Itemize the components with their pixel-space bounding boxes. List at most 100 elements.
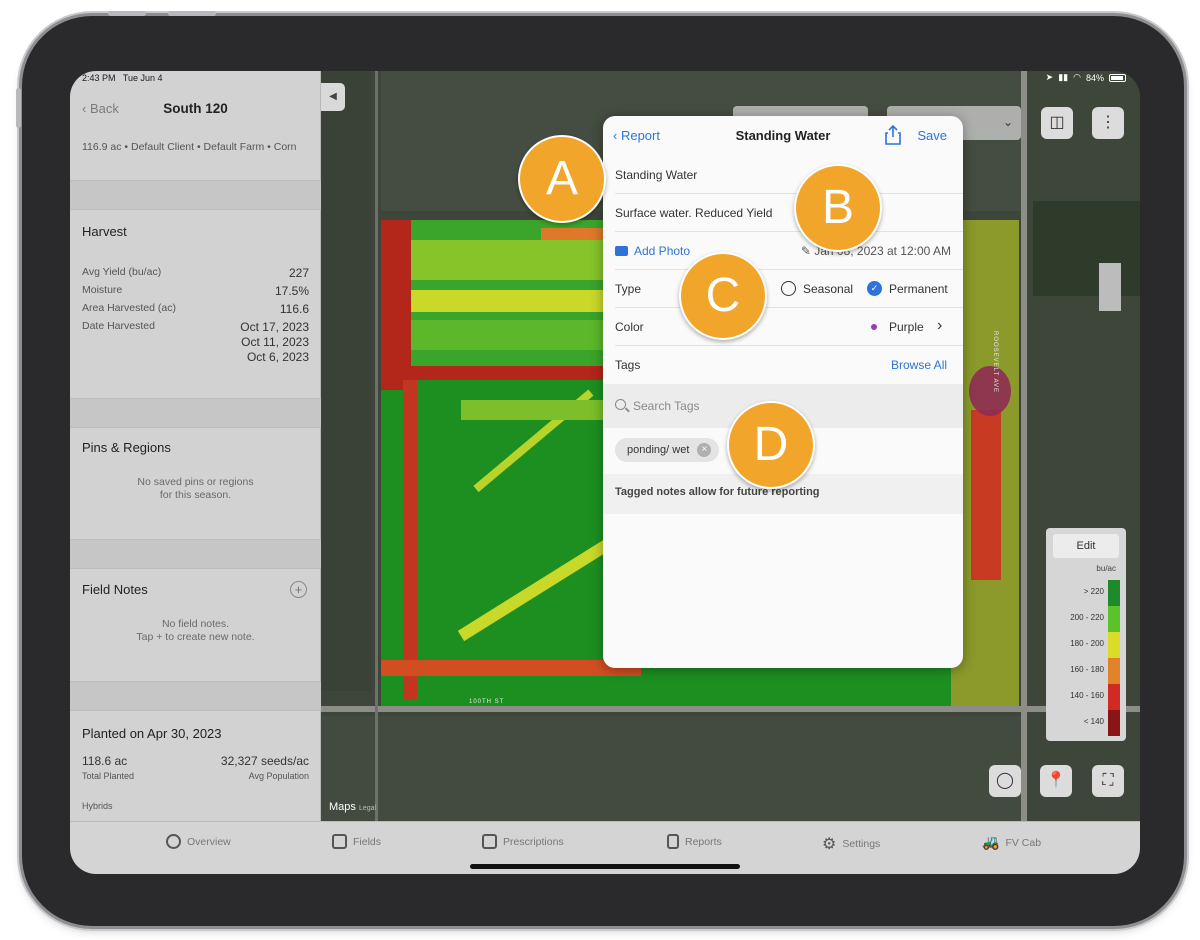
lasso-button[interactable]: ◯ [989, 765, 1021, 797]
legend-class-label: 180 - 200 [1070, 639, 1104, 648]
low-yield-strip [457, 535, 617, 642]
field-title: South 120 [163, 101, 228, 116]
harvest-row: Date Harvested Oct 17, 2023 [82, 320, 309, 334]
camera-icon [615, 246, 628, 256]
sidebar: ‹ Back South 120 116.9 ac • Default Clie… [70, 71, 321, 821]
legend-swatch [1108, 684, 1120, 710]
screen: 2:43 PM Tue Jun 4 ➤ ▮▮ ◠ 84% ‹ Back Sout… [70, 71, 1140, 874]
pins-heading: Pins & Regions [82, 440, 171, 455]
tab-overview[interactable]: Overview [166, 834, 231, 849]
planted-area: 118.6 ac 32,327 seeds/ac [82, 754, 309, 768]
tab-prescriptions[interactable]: Prescriptions [482, 834, 564, 849]
farmland-block [321, 71, 371, 691]
pin-icon: 📍 [1046, 772, 1066, 789]
save-button[interactable]: Save [917, 128, 947, 143]
permanent-radio[interactable]: ✓ [867, 281, 882, 296]
more-vertical-icon: ⋮ [1100, 114, 1116, 131]
callout-b: B [794, 164, 882, 252]
popover-title: Standing Water [735, 128, 831, 143]
volume-button [108, 11, 146, 16]
tab-settings[interactable]: ⚙ Settings [822, 834, 880, 854]
callout-a: A [518, 135, 606, 223]
gear-icon: ⚙ [822, 836, 837, 853]
collapse-sidebar-button[interactable]: ◀ [321, 83, 345, 111]
focus-icon: ⛶ [1102, 772, 1114, 789]
tab-bar: Overview Fields Prescriptions Reports ⚙ S… [70, 821, 1140, 874]
hybrids-label: Hybrids [82, 801, 113, 811]
section-divider [70, 398, 321, 428]
standing-water-region[interactable] [969, 366, 1011, 416]
share-icon[interactable] [885, 125, 901, 145]
legend-swatch [1108, 580, 1120, 606]
add-note-button[interactable]: + [290, 581, 307, 598]
pins-empty-text: No saved pins or regions for this season. [137, 476, 254, 501]
section-divider [70, 539, 321, 569]
legend-unit: bu/ac [1096, 564, 1116, 573]
sidebar-nav: ‹ Back South 120 [70, 95, 321, 127]
browse-all-button[interactable]: Browse All [891, 358, 947, 372]
status-bar: 2:43 PM Tue Jun 4 ➤ ▮▮ ◠ 84% [70, 71, 1140, 87]
farmland-block [321, 716, 1021, 821]
legal-link[interactable]: Legal [359, 805, 376, 812]
harvest-row: Area Harvested (ac) 116.6 [82, 302, 309, 316]
prescriptions-icon [482, 834, 497, 849]
name-field[interactable]: Standing Water [615, 156, 963, 194]
battery-icon [1109, 73, 1126, 82]
pencil-icon: ✎ [800, 244, 815, 258]
tag-chip[interactable]: ponding/ wet × [615, 438, 720, 462]
report-popover: ‹ Report Standing Water Save Standing Wa… [603, 116, 963, 668]
road-vertical [375, 71, 378, 821]
tab-reports[interactable]: Reports [667, 834, 722, 849]
building [1099, 263, 1121, 311]
permanent-label[interactable]: Permanent [889, 282, 948, 296]
chevron-left-icon: ◀ [329, 91, 337, 102]
location-icon: ➤ [1045, 72, 1054, 82]
search-placeholder: Search Tags [633, 399, 700, 413]
yield-legend: Edit bu/ac > 220 200 - 220 180 - 200 160… [1046, 528, 1126, 741]
field-subtitle: 116.9 ac • Default Client • Default Farm… [82, 141, 297, 153]
search-icon [615, 399, 626, 410]
legend-swatch [1108, 606, 1120, 632]
tab-fields[interactable]: Fields [332, 834, 381, 849]
callout-c: C [679, 252, 767, 340]
more-button[interactable]: ⋮ [1092, 107, 1124, 139]
planted-heading: Planted on Apr 30, 2023 [82, 726, 222, 741]
add-photo-button[interactable]: Add Photo [615, 244, 690, 258]
tractor-icon: 🚜 [982, 834, 1000, 850]
planted-labels: Total Planted Avg Population [82, 771, 309, 781]
legend-class-label: 200 - 220 [1070, 613, 1104, 622]
legend-swatch [1108, 658, 1120, 684]
remove-tag-icon[interactable]: × [697, 443, 712, 457]
type-label: Type [615, 282, 642, 296]
maps-attribution: Maps Legal [329, 801, 377, 813]
chevron-right-icon: › [937, 317, 943, 334]
photo-date-row: Add Photo ✎ Jan 08, 2023 at 12:00 AM [615, 232, 963, 270]
tree-cover [1033, 201, 1140, 296]
color-value: Purple [889, 320, 924, 334]
legend-class-label: 140 - 160 [1070, 691, 1104, 700]
split-view-button[interactable]: ◫ [1041, 107, 1073, 139]
status-right: ➤ ▮▮ ◠ 84% [1046, 72, 1126, 83]
drop-pin-button[interactable]: 📍 [1040, 765, 1072, 797]
home-indicator [470, 864, 740, 869]
color-row[interactable]: Color Purple › [615, 308, 963, 346]
low-yield-strip [381, 220, 411, 390]
chevron-down-icon: ⌄ [1002, 115, 1013, 129]
tab-fv-cab[interactable]: 🚜 FV Cab [982, 834, 1041, 851]
low-yield-strip [971, 410, 1001, 580]
seasonal-radio[interactable] [781, 281, 796, 296]
section-divider [70, 180, 321, 210]
section-divider [70, 681, 321, 711]
popover-nav: ‹ Report Standing Water Save [603, 116, 963, 156]
seasonal-label[interactable]: Seasonal [803, 282, 853, 296]
signal-icon: ▮▮ [1058, 72, 1069, 82]
legend-class-label: < 140 [1083, 717, 1104, 726]
description-field[interactable]: Surface water. Reduced Yield [615, 194, 963, 232]
legend-swatch [1108, 632, 1120, 658]
legend-edit-button[interactable]: Edit [1053, 534, 1119, 558]
recenter-button[interactable]: ⛶ [1092, 765, 1124, 797]
battery-percent: 84% [1085, 72, 1104, 83]
road-label-right: ROOSEVELT AVE [992, 331, 998, 394]
callout-d: D [727, 401, 815, 489]
type-row: Type Seasonal ✓ Permanent [615, 270, 963, 308]
